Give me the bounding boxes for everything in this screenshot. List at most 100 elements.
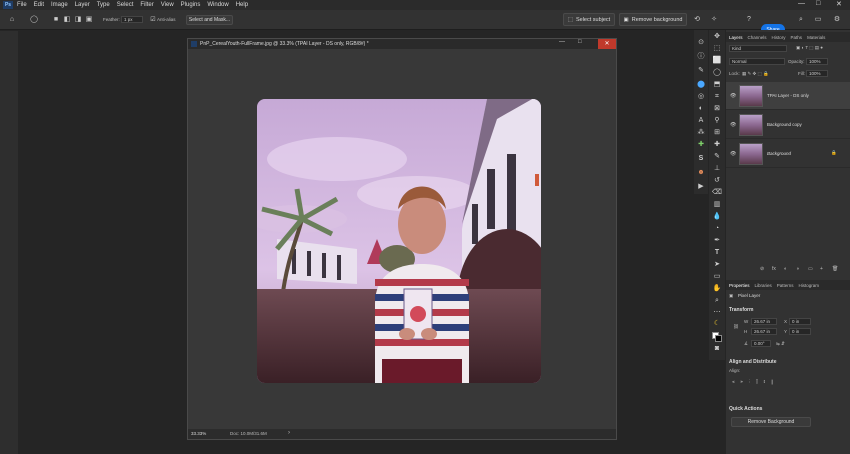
background-color-swatch[interactable] <box>715 335 722 342</box>
select-and-mask-button[interactable]: Select and Mask... <box>186 15 233 25</box>
eraser-tool-icon[interactable]: ⌫ <box>712 188 722 197</box>
adjust-icon[interactable]: ⟲ <box>693 16 701 24</box>
add-selection-icon[interactable]: ◧ <box>63 16 71 24</box>
fill-input[interactable]: 100% <box>806 70 828 77</box>
actions-icon[interactable]: ⬤ <box>696 80 706 89</box>
generative-icon[interactable]: ✧ <box>710 16 718 24</box>
document-title-bar[interactable]: PnP_CerealYouth-FullFrame.jpg @ 33.3% (T… <box>188 39 616 49</box>
anti-alias-checkbox[interactable]: ☑ <box>149 16 157 24</box>
move-tool-icon[interactable]: ✥ <box>712 32 722 41</box>
doc-maximize-button[interactable]: □ <box>578 39 582 45</box>
canvas-photo[interactable] <box>257 99 541 383</box>
adjustment-layer-icon[interactable]: ◑ <box>796 266 799 272</box>
crop-tool-icon[interactable]: ⌗ <box>712 92 722 101</box>
filter-icons[interactable]: ▣ ◐ T ⬚ ▤ ● <box>796 45 823 51</box>
hand-tool-icon[interactable]: ✋ <box>712 284 722 293</box>
menu-edit[interactable]: Edit <box>34 2 44 8</box>
frame-tool-icon[interactable]: ⊠ <box>712 104 722 113</box>
info-icon[interactable]: ⓘ <box>696 52 706 61</box>
tab-channels[interactable]: Channels <box>748 35 767 40</box>
menu-select[interactable]: Select <box>117 2 134 8</box>
doc-close-button[interactable]: ✕ <box>598 39 616 49</box>
transform-section-title[interactable]: Transform <box>729 307 753 313</box>
zoom-level[interactable]: 33.33% <box>191 431 206 436</box>
menu-plugins[interactable]: Plugins <box>181 2 201 8</box>
avatar-icon[interactable]: ☻ <box>696 168 706 177</box>
workspace-icon[interactable]: ▭ <box>814 16 822 24</box>
character-icon[interactable]: A <box>696 116 706 125</box>
angle-input[interactable]: 0.00° <box>751 340 771 347</box>
group-icon[interactable]: ▭ <box>808 266 813 272</box>
stock-icon[interactable]: S <box>696 154 706 163</box>
layer-filter-kind[interactable]: Kind <box>729 45 787 52</box>
shape-tool-icon[interactable]: ▭ <box>712 272 722 281</box>
settings-icon[interactable]: ⚙ <box>833 16 841 24</box>
width-input[interactable]: 26.67 in <box>751 318 777 325</box>
history-brush-icon[interactable]: ↺ <box>712 176 722 185</box>
y-input[interactable]: 0 in <box>789 328 811 335</box>
adjustments-icon[interactable]: ◐ <box>696 104 706 113</box>
menu-image[interactable]: Image <box>51 2 68 8</box>
remove-background-quick-button[interactable]: Remove Background <box>731 417 811 427</box>
align-icons[interactable]: ⫷⫸⫶⫿⫾⫼ <box>732 379 779 384</box>
menu-type[interactable]: Type <box>97 2 110 8</box>
fx-icon[interactable]: fx <box>772 266 776 272</box>
tab-histogram[interactable]: Histogram <box>799 283 820 288</box>
eyedropper-tool-icon[interactable]: ⚲ <box>712 116 722 125</box>
pen-tool-icon[interactable]: ✒ <box>712 236 722 245</box>
menu-window[interactable]: Window <box>207 2 228 8</box>
minimize-button[interactable]: — <box>798 0 805 7</box>
healing-brush-icon[interactable]: ✚ <box>712 140 722 149</box>
mask-icon[interactable]: ◐ <box>784 266 787 272</box>
link-layers-icon[interactable]: ⊘ <box>760 266 764 272</box>
remove-background-button[interactable]: ▣ Remove background <box>619 13 687 26</box>
tab-libraries[interactable]: Libraries <box>755 283 772 288</box>
height-input[interactable]: 26.67 in <box>751 328 777 335</box>
menu-help[interactable]: Help <box>236 2 248 8</box>
blend-mode-select[interactable]: Normal <box>729 58 785 65</box>
color-wheel-icon[interactable]: ◎ <box>696 92 706 101</box>
marquee-tool-icon[interactable]: ⬜ <box>712 56 722 65</box>
tab-history[interactable]: History <box>772 35 786 40</box>
menu-layer[interactable]: Layer <box>75 2 90 8</box>
tab-paths[interactable]: Paths <box>791 35 803 40</box>
capture-icon[interactable]: ⊙ <box>696 38 706 47</box>
quick-actions-title[interactable]: Quick Actions <box>729 406 762 412</box>
lock-icons[interactable]: ▦ ✎ ✥ ⬚ 🔒 <box>742 71 769 77</box>
align-section-title[interactable]: Align and Distribute <box>729 359 777 365</box>
banana-icon[interactable]: ☾ <box>712 319 722 328</box>
visibility-eye-icon[interactable]: 👁 <box>730 151 736 157</box>
visibility-eye-icon[interactable]: 👁 <box>730 93 736 99</box>
quick-mask-icon[interactable]: ◙ <box>712 344 722 353</box>
feather-input[interactable]: 1 px <box>121 16 143 23</box>
blur-tool-icon[interactable]: 💧 <box>712 212 722 221</box>
close-window-button[interactable]: ✕ <box>836 0 842 8</box>
visibility-eye-icon[interactable]: 👁 <box>730 122 736 128</box>
tab-patterns[interactable]: Patterns <box>777 283 794 288</box>
link-proportions-icon[interactable]: ⛓ <box>733 324 739 330</box>
home-icon[interactable]: ⌂ <box>8 16 16 24</box>
intersect-selection-icon[interactable]: ▣ <box>85 16 93 24</box>
subtract-selection-icon[interactable]: ◨ <box>74 16 82 24</box>
new-layer-icon[interactable]: + <box>820 266 823 272</box>
object-select-icon[interactable]: ⬒ <box>712 80 722 89</box>
select-subject-button[interactable]: ⬚ Select subject <box>563 13 615 26</box>
doc-minimize-button[interactable]: — <box>559 39 565 45</box>
status-chevron-icon[interactable]: › <box>288 430 290 436</box>
layer-row-background[interactable]: 👁 Background 🔒 <box>726 140 850 168</box>
menu-file[interactable]: File <box>17 2 27 8</box>
x-input[interactable]: 0 in <box>789 318 811 325</box>
zoom-tool-icon[interactable]: ⌕ <box>712 296 722 305</box>
dodge-tool-icon[interactable]: ◔ <box>712 224 722 233</box>
more-tools-icon[interactable]: ⋯ <box>712 308 722 317</box>
glyph-icon[interactable]: ⁂ <box>696 128 706 137</box>
menu-filter[interactable]: Filter <box>140 2 153 8</box>
maximize-button[interactable]: □ <box>816 0 820 7</box>
search-icon[interactable]: ⌕ <box>797 16 805 24</box>
gradient-tool-icon[interactable]: ▥ <box>712 200 722 209</box>
tab-materials[interactable]: Materials <box>807 35 825 40</box>
new-selection-icon[interactable]: ■ <box>52 16 60 24</box>
menu-view[interactable]: View <box>161 2 174 8</box>
tab-properties[interactable]: Properties <box>729 283 750 288</box>
tab-layers[interactable]: Layers <box>729 35 743 40</box>
